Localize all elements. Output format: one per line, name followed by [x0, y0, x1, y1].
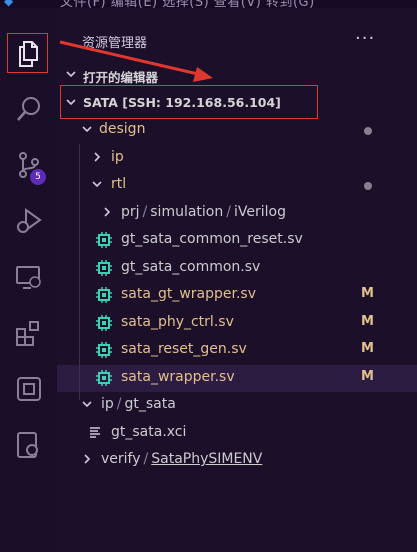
annotation-arrow-icon — [59, 40, 213, 82]
